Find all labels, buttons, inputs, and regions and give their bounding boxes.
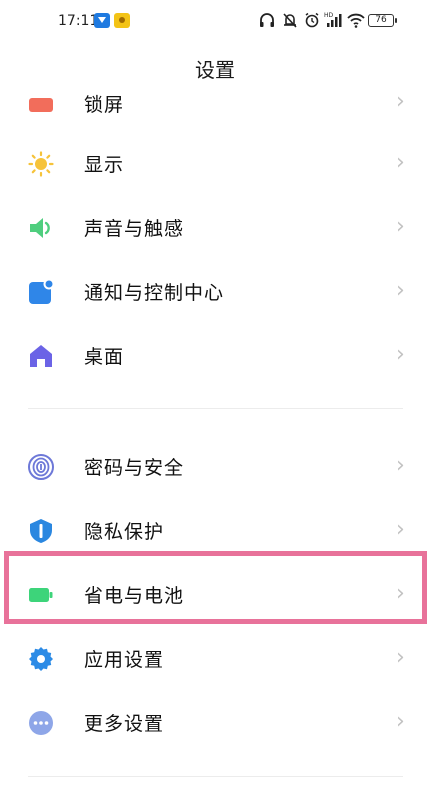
settings-item-label: 应用设置 bbox=[84, 649, 165, 671]
settings-item-label: 声音与触感 bbox=[84, 218, 185, 240]
bell-off-icon bbox=[283, 13, 297, 28]
highlight-box bbox=[4, 551, 427, 624]
app-notification-icon bbox=[94, 13, 110, 28]
settings-item-label: 隐私保护 bbox=[84, 521, 165, 543]
settings-item-label: 通知与控制中心 bbox=[84, 282, 225, 304]
settings-item-label: 显示 bbox=[84, 154, 125, 176]
lock-screen-icon bbox=[29, 98, 53, 112]
chevron-right-icon: › bbox=[396, 214, 405, 239]
alarm-icon bbox=[305, 12, 319, 28]
settings-item-label: 锁屏 bbox=[84, 94, 125, 116]
chevron-right-icon: › bbox=[396, 342, 405, 367]
privacy-shield-icon bbox=[30, 519, 52, 543]
hd-signal-icon: HD bbox=[324, 12, 342, 27]
chevron-right-icon: › bbox=[396, 517, 405, 542]
sun-icon bbox=[28, 151, 54, 177]
status-time: 17:11 bbox=[58, 13, 99, 29]
notification-icon bbox=[29, 279, 54, 304]
svg-text:HD: HD bbox=[324, 12, 334, 19]
settings-item-display[interactable]: 显示 › bbox=[0, 133, 430, 193]
settings-item-label: 密码与安全 bbox=[84, 457, 185, 479]
chevron-right-icon: › bbox=[396, 278, 405, 303]
status-bar: 17:11 HD 76 bbox=[0, 0, 430, 44]
app-notification-icon-2 bbox=[114, 13, 130, 28]
gear-icon bbox=[29, 647, 53, 671]
section-divider bbox=[28, 776, 403, 777]
chevron-right-icon: › bbox=[396, 453, 405, 478]
home-icon bbox=[30, 345, 52, 367]
headphones-icon bbox=[260, 13, 274, 27]
battery-indicator: 76 bbox=[368, 14, 397, 27]
chevron-right-icon: › bbox=[396, 89, 405, 114]
settings-item-apps[interactable]: 应用设置 › bbox=[0, 628, 430, 688]
fingerprint-icon bbox=[28, 454, 54, 480]
settings-item-label: 更多设置 bbox=[84, 713, 165, 735]
section-divider bbox=[28, 408, 403, 409]
settings-item-sound[interactable]: 声音与触感 › bbox=[0, 197, 430, 257]
settings-item-home-screen[interactable]: 桌面 › bbox=[0, 325, 430, 385]
speaker-icon bbox=[30, 218, 50, 238]
wifi-icon bbox=[347, 13, 365, 28]
settings-item-more[interactable]: 更多设置 › bbox=[0, 692, 430, 752]
settings-item-security[interactable]: 密码与安全 › bbox=[0, 436, 430, 496]
settings-item-label: 桌面 bbox=[84, 346, 125, 368]
chevron-right-icon: › bbox=[396, 645, 405, 670]
chevron-right-icon: › bbox=[396, 150, 405, 175]
chevron-right-icon: › bbox=[396, 709, 405, 734]
more-icon bbox=[29, 711, 53, 735]
settings-item-lock-screen[interactable]: 锁屏 › bbox=[0, 76, 430, 136]
settings-item-notifications[interactable]: 通知与控制中心 › bbox=[0, 261, 430, 321]
